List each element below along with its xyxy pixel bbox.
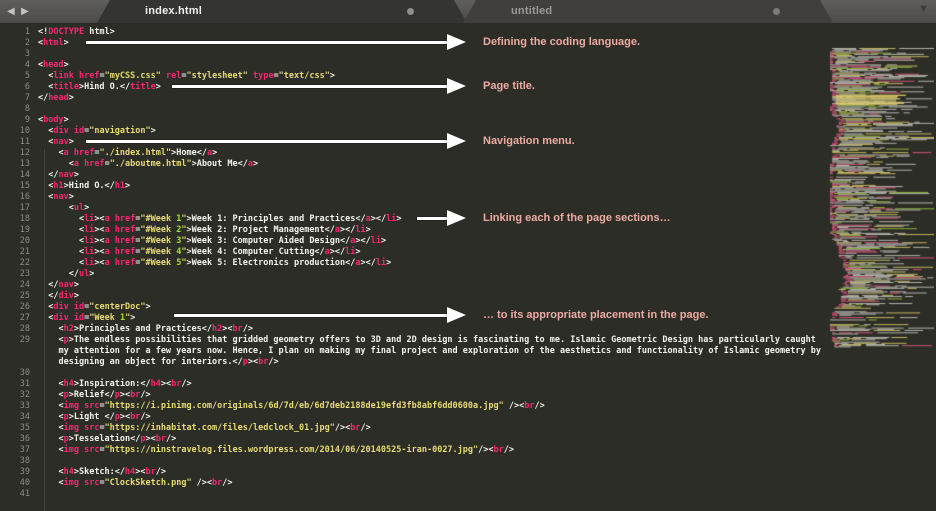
line-number: 17 (19, 203, 30, 213)
code-line[interactable]: 2 <html> (0, 38, 936, 49)
minimap[interactable] (828, 47, 934, 353)
code-line[interactable]: 26 <div id="centerDoc"> (0, 302, 936, 313)
code-line[interactable]: 13 <a href="./aboutme.html">About Me</a> (0, 159, 936, 170)
line-number: 30 (19, 368, 30, 378)
line-number: 1 (24, 27, 30, 37)
line-number: 13 (19, 159, 30, 169)
code-lines: 1 <!DOCTYPE html> 2 <html> 3 4 <head> 5 <link h… (0, 27, 936, 500)
code-line[interactable]: 20 <li><a href="#Week 3">Week 3: Compute… (0, 236, 936, 247)
code-line[interactable]: 33 <img src="https://i.pinimg.com/origin… (0, 401, 936, 412)
line-number: 38 (19, 456, 30, 466)
line-number: 11 (19, 137, 30, 147)
line-number: 36 (19, 434, 30, 444)
line-number: 34 (19, 412, 30, 422)
code-line[interactable]: 27 <div id="Week 1"> (0, 313, 936, 324)
code-line[interactable]: 6 <title>Hind O.</title> (0, 82, 936, 93)
code-line[interactable]: 30 (0, 368, 936, 379)
tab-label: untitled (511, 5, 553, 17)
line-number (0, 346, 30, 357)
code-editor[interactable]: 1 <!DOCTYPE html> 2 <html> 3 4 <head> 5 <link h… (0, 23, 936, 511)
code-line[interactable]: 40 <img src="ClockSketch.png" /><br/> (0, 478, 936, 489)
code-line[interactable]: 7 </head> (0, 93, 936, 104)
line-number: 37 (19, 445, 30, 455)
code-line[interactable]: 39 <h4>Sketch:</h4><br/> (0, 467, 936, 478)
code-line[interactable]: 29 <p>The endless possibilities that gri… (0, 335, 936, 346)
tab-bar: ◀ ▶ index.html untitled ▼ (0, 0, 936, 23)
line-number: 8 (24, 104, 30, 114)
line-number: 25 (19, 291, 30, 301)
line-number: 4 (24, 60, 30, 70)
code-line[interactable]: 21 <li><a href="#Week 4">Week 4: Compute… (0, 247, 936, 258)
code-line[interactable]: 37 <img src="https://ninstravelog.files.… (0, 445, 936, 456)
code-line[interactable]: 3 (0, 49, 936, 60)
modified-dot-icon[interactable] (407, 8, 414, 15)
tab-overflow-icon[interactable]: ▼ (918, 3, 929, 15)
line-number: 39 (19, 467, 30, 477)
line-number: 40 (19, 478, 30, 488)
code-line[interactable]: 16 <nav> (0, 192, 936, 203)
line-number: 24 (19, 280, 30, 290)
line-number (0, 357, 30, 368)
line-number: 7 (24, 93, 30, 103)
code-line[interactable]: 35 <img src="https://inhabitat.com/files… (0, 423, 936, 434)
code-line[interactable]: 4 <head> (0, 60, 936, 71)
code-line[interactable]: 18 <li><a href="#Week 1">Week 1: Princip… (0, 214, 936, 225)
line-number: 26 (19, 302, 30, 312)
line-number: 29 (19, 335, 30, 345)
line-number: 32 (19, 390, 30, 400)
line-number: 21 (19, 247, 30, 257)
code-line[interactable]: 25 </div> (0, 291, 936, 302)
modified-dot-icon[interactable] (773, 8, 780, 15)
line-number: 18 (19, 214, 30, 224)
line-number: 12 (19, 148, 30, 158)
code-line[interactable]: 34 <p>Light </p><br/> (0, 412, 936, 423)
line-number: 16 (19, 192, 30, 202)
line-number: 27 (19, 313, 30, 323)
code-line[interactable]: 22 <li><a href="#Week 5">Week 5: Electro… (0, 258, 936, 269)
code-line[interactable]: 15 <h1>Hind O.</h1> (0, 181, 936, 192)
code-line[interactable]: 1 <!DOCTYPE html> (0, 27, 936, 38)
code-line[interactable]: 9 <body> (0, 115, 936, 126)
line-number: 3 (24, 49, 30, 59)
code-line[interactable]: 24 </nav> (0, 280, 936, 291)
line-number: 15 (19, 181, 30, 191)
line-number: 23 (19, 269, 30, 279)
code-line[interactable]: 36 <p>Tesselation</p><br/> (0, 434, 936, 445)
tab-untitled[interactable]: untitled (463, 0, 833, 23)
code-line[interactable]: 17 <ul> (0, 203, 936, 214)
line-number: 9 (24, 115, 30, 125)
line-number: 20 (19, 236, 30, 246)
code-line[interactable]: 5 <link href="myCSS.css" rel="stylesheet… (0, 71, 936, 82)
line-number: 14 (19, 170, 30, 180)
tab-index-html[interactable]: index.html (97, 0, 467, 23)
tab-label: index.html (145, 5, 203, 17)
tab-scroll-left-icon[interactable]: ◀ (7, 4, 15, 19)
code-line[interactable]: 10 <div id="navigation"> (0, 126, 936, 137)
line-number: 22 (19, 258, 30, 268)
code-line[interactable]: 12 <a href="./index.html">Home</a> (0, 148, 936, 159)
line-number: 31 (19, 379, 30, 389)
code-line[interactable]: my attention for a few years now. Hence,… (0, 346, 936, 357)
code-line[interactable]: 8 (0, 104, 936, 115)
line-number: 5 (24, 71, 30, 81)
code-line[interactable]: 23 </ul> (0, 269, 936, 280)
line-number: 10 (19, 126, 30, 136)
line-number: 41 (19, 489, 30, 499)
code-line[interactable]: 32 <p>Relief</p><br/> (0, 390, 936, 401)
code-line[interactable]: 11 <nav> (0, 137, 936, 148)
line-number: 2 (24, 38, 30, 48)
line-number: 6 (24, 82, 30, 92)
code-line[interactable]: 41 (0, 489, 936, 500)
code-line[interactable]: 14 </nav> (0, 170, 936, 181)
code-line[interactable]: 19 <li><a href="#Week 2">Week 2: Project… (0, 225, 936, 236)
line-number: 35 (19, 423, 30, 433)
tab-scroll-right-icon[interactable]: ▶ (21, 4, 29, 19)
code-line[interactable]: designing an object for interiors.</p><b… (0, 357, 936, 368)
line-number: 19 (19, 225, 30, 235)
line-number: 28 (19, 324, 30, 334)
code-line[interactable]: 31 <h4>Inspiration:</h4><br/> (0, 379, 936, 390)
code-line[interactable]: 28 <h2>Principles and Practices</h2><br/… (0, 324, 936, 335)
line-number: 33 (19, 401, 30, 411)
code-line[interactable]: 38 (0, 456, 936, 467)
